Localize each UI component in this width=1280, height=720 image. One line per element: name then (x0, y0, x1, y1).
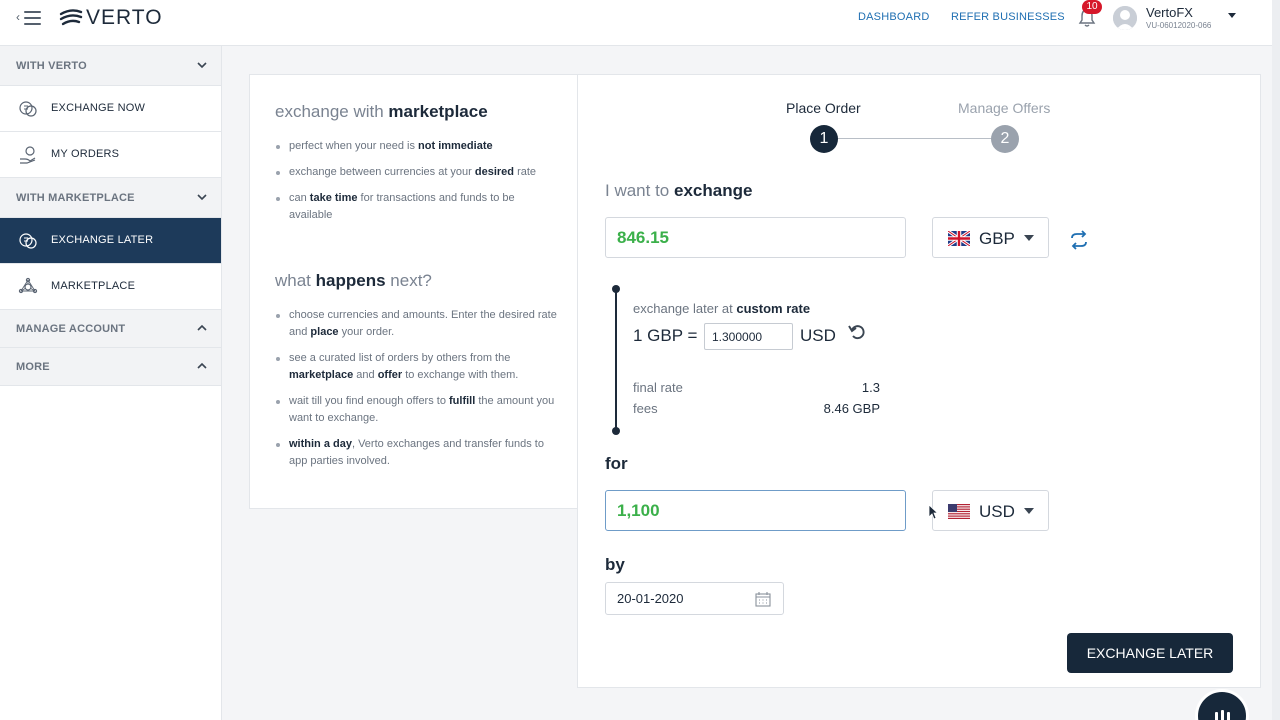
section-label: MANAGE ACCOUNT (16, 323, 126, 335)
rate-base-label: 1 GBP = (633, 326, 698, 345)
caret-down-icon (1024, 508, 1034, 514)
nav-refer-businesses-link[interactable]: REFER BUSINESSES (951, 11, 1065, 23)
hand-coin-icon (20, 146, 36, 164)
verto-logo[interactable]: VERTO (58, 5, 163, 31)
date-picker-input[interactable]: 20-01-2020 (605, 582, 784, 615)
sidebar-item-my-orders[interactable]: MY ORDERS (0, 132, 221, 178)
user-name[interactable]: VertoFX (1146, 5, 1193, 20)
swap-currencies-icon[interactable] (1068, 229, 1090, 251)
fees-value: 8.46 GBP (823, 401, 880, 416)
chat-bar (1215, 712, 1218, 720)
info-list-steps: choose currencies and amounts. Enter the… (276, 307, 559, 479)
step-2-circle: 2 (991, 125, 1019, 153)
for-heading: for (605, 454, 628, 473)
user-menu-caret-icon[interactable] (1228, 13, 1236, 18)
verto-logo-icon (59, 9, 83, 26)
avatar[interactable] (1113, 6, 1137, 30)
currency-code: USD (979, 502, 1015, 521)
currency-code: GBP (979, 229, 1015, 248)
avatar-person-icon (1113, 6, 1137, 30)
marketplace-network-icon (18, 277, 38, 294)
stepper-line (829, 138, 1009, 139)
sidebar-item-label: EXCHANGE NOW (51, 102, 146, 114)
step-1-circle: 1 (810, 125, 838, 153)
sell-amount-input[interactable] (605, 217, 906, 258)
logo-text: VERTO (86, 6, 163, 29)
menu-toggle-icon[interactable]: ‹ (16, 8, 42, 28)
custom-rate-caption: exchange later at custom rate (633, 301, 811, 316)
calendar-icon[interactable] (755, 591, 771, 607)
step-1-label: Place Order (786, 100, 861, 116)
list-item: can take time for transactions and funds… (276, 190, 559, 224)
list-item: within a day, Verto exchanges and transf… (276, 436, 559, 470)
info-title-prefix: exchange with (275, 102, 384, 121)
mouse-pointer-icon (928, 504, 938, 520)
fees-label: fees (633, 401, 658, 416)
list-item: see a curated list of orders by others f… (276, 350, 559, 384)
sidebar-item-exchange-later[interactable]: EXCHANGE LATER (0, 218, 221, 264)
sidebar-item-label: MY ORDERS (51, 148, 120, 160)
sell-currency-select[interactable]: GBP (932, 217, 1049, 258)
chevron-up-icon (197, 324, 207, 331)
info-card: exchange with marketplace perfect when y… (249, 74, 579, 509)
exchange-now-icon (19, 101, 37, 117)
notification-badge: 10 (1082, 0, 1102, 14)
info-title2-suffix: next? (390, 271, 432, 290)
caret-down-icon (1024, 235, 1034, 241)
date-value: 20-01-2020 (617, 591, 684, 606)
sidebar: WITH VERTO EXCHANGE NOW MY ORDERS WITH M… (0, 46, 222, 720)
final-rate-value: 1.3 (861, 380, 880, 395)
timeline-line (615, 289, 617, 431)
timeline-dot (612, 285, 620, 293)
rate-quote-label: USD (800, 326, 836, 345)
user-id: VU-06012020-066 (1146, 21, 1212, 30)
sidebar-item-exchange-now[interactable]: EXCHANGE NOW (0, 86, 221, 132)
sidebar-item-marketplace[interactable]: MARKETPLACE (0, 264, 221, 310)
info-list-benefits: perfect when your need is not immediate … (276, 138, 559, 233)
us-flag-icon (948, 504, 970, 519)
list-item: exchange between currencies at your desi… (276, 164, 559, 181)
chat-bar (1227, 712, 1230, 720)
chevron-up-icon (197, 362, 207, 369)
sidebar-section-with-verto[interactable]: WITH VERTO (0, 46, 221, 86)
uk-flag-icon (948, 231, 970, 246)
sidebar-item-label: MARKETPLACE (51, 280, 136, 292)
info-title2-prefix: what (275, 271, 311, 290)
list-item: perfect when your need is not immediate (276, 138, 559, 155)
sidebar-section-more[interactable]: MORE (0, 348, 221, 386)
list-item: wait till you find enough offers to fulf… (276, 393, 559, 427)
custom-rate-input[interactable] (704, 323, 793, 350)
buy-currency-select[interactable]: USD (932, 490, 1049, 531)
list-item: choose currencies and amounts. Enter the… (276, 307, 559, 341)
chevron-down-icon (197, 194, 207, 201)
sidebar-section-with-marketplace[interactable]: WITH MARKETPLACE (0, 178, 221, 218)
exchange-later-icon (19, 233, 37, 249)
undo-icon[interactable] (848, 323, 866, 341)
info-title2-bold: happens (315, 271, 386, 290)
info-title-next: what happens next? (275, 271, 432, 291)
info-title-bold: marketplace (388, 102, 488, 121)
exchange-heading: I want to exchange (605, 181, 753, 200)
sidebar-item-label: EXCHANGE LATER (51, 234, 154, 246)
scrollbar[interactable] (1272, 0, 1280, 720)
buy-amount-input[interactable] (605, 490, 906, 531)
section-label: MORE (16, 361, 50, 373)
step-2-label: Manage Offers (958, 100, 1051, 116)
timeline-dot (612, 427, 620, 435)
by-heading: by (605, 555, 625, 574)
chat-widget-button[interactable] (1195, 689, 1249, 720)
section-label: WITH VERTO (16, 60, 87, 72)
final-rate-label: final rate (633, 380, 683, 395)
chat-bar (1221, 710, 1224, 720)
exchange-later-button[interactable]: EXCHANGE LATER (1067, 633, 1233, 673)
nav-dashboard-link[interactable]: DASHBOARD (858, 11, 929, 23)
chevron-down-icon (197, 62, 207, 69)
order-card: Place Order Manage Offers 1 2 I want to … (577, 74, 1261, 688)
section-label: WITH MARKETPLACE (16, 192, 135, 204)
info-title: exchange with marketplace (275, 102, 488, 122)
sidebar-section-manage-account[interactable]: MANAGE ACCOUNT (0, 310, 221, 348)
top-bar: ‹ VERTO DASHBOARD REFER BUSINESSES 10 Ve… (0, 0, 1280, 46)
